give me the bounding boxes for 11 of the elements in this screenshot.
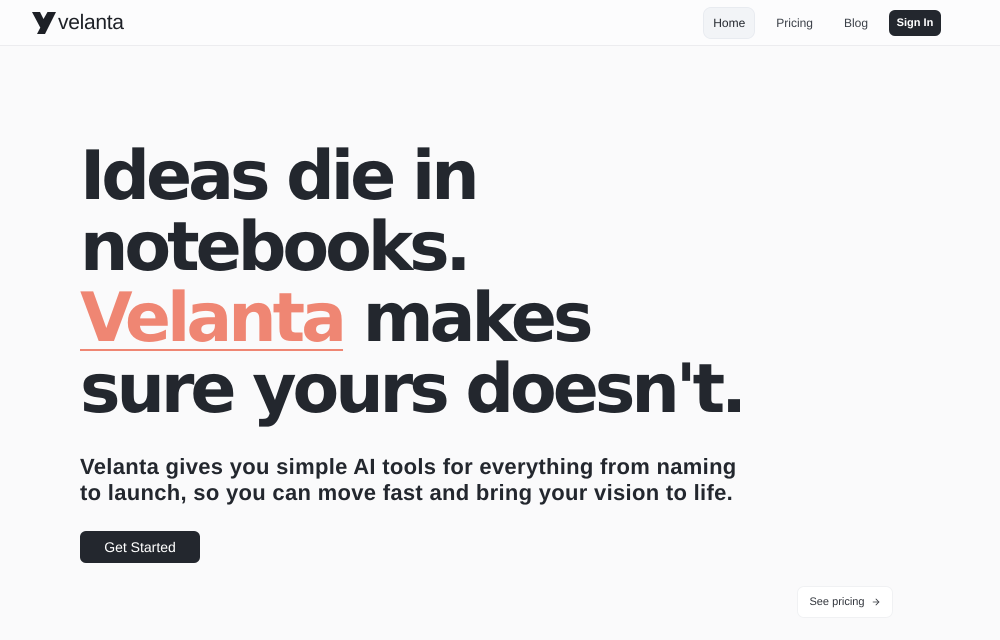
arrow-right-icon xyxy=(870,597,881,607)
logo-link[interactable]: velanta xyxy=(32,10,124,34)
logo-icon xyxy=(32,12,56,34)
sign-in-button[interactable]: Sign In xyxy=(889,10,941,36)
hero-headline: Ideas die in notebooks. Velanta makes sure yours doesn't. xyxy=(80,141,744,425)
nav-link[interactable]: Blog xyxy=(834,6,878,38)
hero-subtitle: Velanta gives you simple AI tools for everything from naming to launch, so you can move fast and bring your vision to life. xyxy=(80,454,738,506)
nav-link[interactable]: Pricing xyxy=(766,6,823,38)
see-pricing-link[interactable]: See pricing xyxy=(797,586,893,618)
get-started-button[interactable]: Get Started xyxy=(80,531,200,563)
nav-link[interactable]: Home xyxy=(703,6,756,38)
